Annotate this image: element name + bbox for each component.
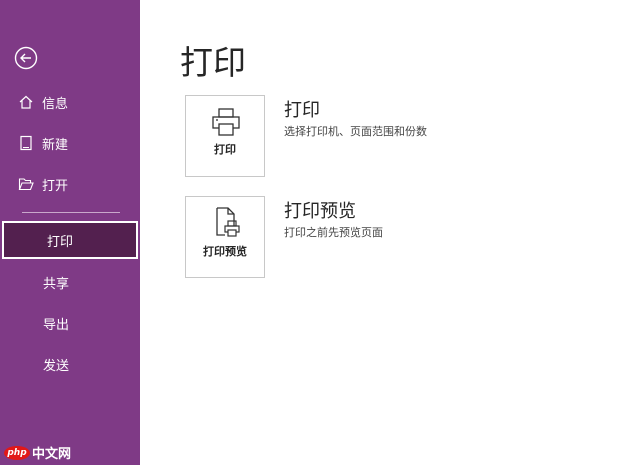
sidebar-item-open[interactable]: 打开 bbox=[0, 165, 140, 203]
backstage-sidebar: 信息 新建 打开 打印 共享 导出 发送 php 中文网 bbox=[0, 0, 140, 465]
sidebar-item-new[interactable]: 新建 bbox=[0, 124, 140, 162]
home-icon bbox=[19, 95, 33, 109]
print-preview-button-label: 打印预览 bbox=[203, 245, 247, 258]
printer-icon bbox=[212, 108, 240, 136]
watermark-text: 中文网 bbox=[32, 447, 72, 462]
print-option-description: 选择打印机、页面范围和份数 bbox=[284, 125, 427, 138]
open-folder-icon bbox=[18, 178, 34, 191]
sidebar-item-label: 信息 bbox=[42, 96, 69, 112]
sidebar-item-label: 打印 bbox=[47, 234, 74, 250]
print-preview-option-title: 打印预览 bbox=[284, 201, 356, 222]
page-title: 打印 bbox=[180, 43, 246, 82]
sidebar-item-label: 打开 bbox=[42, 178, 69, 194]
sidebar-item-print[interactable]: 打印 bbox=[2, 221, 138, 259]
print-preview-button[interactable]: 打印预览 bbox=[185, 196, 265, 278]
sidebar-divider bbox=[22, 212, 120, 213]
watermark-logo: php 中文网 bbox=[4, 443, 71, 462]
print-button-label: 打印 bbox=[214, 143, 236, 156]
sidebar-item-info[interactable]: 信息 bbox=[0, 83, 140, 121]
sidebar-item-export[interactable]: 导出 bbox=[0, 304, 140, 342]
print-button[interactable]: 打印 bbox=[185, 95, 265, 177]
sidebar-item-label: 新建 bbox=[42, 137, 69, 153]
print-preview-icon bbox=[216, 207, 240, 237]
sidebar-item-send[interactable]: 发送 bbox=[0, 345, 140, 383]
back-arrow-icon[interactable] bbox=[14, 46, 38, 70]
sidebar-item-label: 发送 bbox=[43, 358, 70, 374]
print-option-title: 打印 bbox=[284, 100, 320, 121]
new-document-icon bbox=[20, 135, 32, 151]
print-panel: 打印 打印 打印 选择打印机、页面范围和份数 打印预览 打印预览 打印之前先预览… bbox=[140, 0, 621, 465]
watermark-badge: php bbox=[4, 445, 30, 460]
print-preview-option-description: 打印之前先预览页面 bbox=[284, 226, 383, 239]
sidebar-item-share[interactable]: 共享 bbox=[0, 263, 140, 301]
sidebar-item-label: 导出 bbox=[43, 317, 70, 333]
sidebar-item-label: 共享 bbox=[43, 276, 70, 292]
